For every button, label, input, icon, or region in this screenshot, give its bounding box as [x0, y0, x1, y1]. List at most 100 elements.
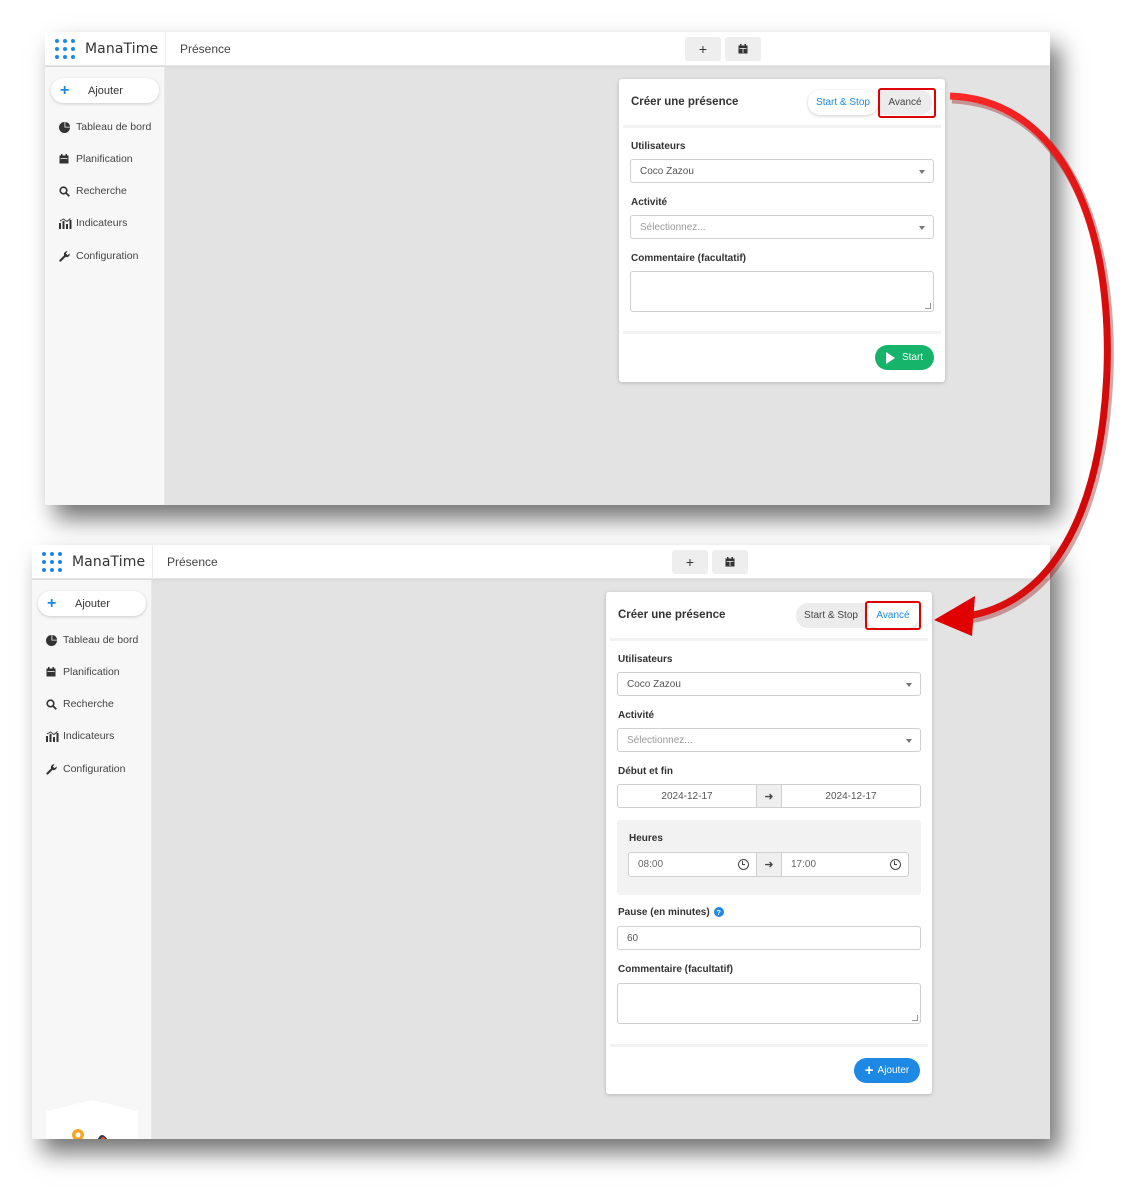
search-icon	[46, 698, 63, 710]
page-title: Présence	[167, 555, 218, 569]
resize-handle-icon[interactable]	[912, 1015, 918, 1021]
comment-textarea[interactable]	[630, 271, 934, 312]
wrench-icon	[46, 763, 63, 775]
app-name: ManaTime	[85, 41, 159, 57]
sidebar-item-label: Indicateurs	[76, 217, 128, 229]
activity-select-placeholder: Sélectionnez...	[627, 734, 693, 746]
sidebar-item-search[interactable]: Recherche	[59, 185, 127, 197]
plus-icon: +	[47, 594, 57, 612]
sidebar-add-button[interactable]: + Ajouter	[38, 591, 146, 616]
pause-label-text: Pause (en minutes)	[618, 907, 710, 918]
time-start-input[interactable]: 08:00	[629, 853, 756, 876]
activity-select[interactable]: Sélectionnez...	[617, 728, 921, 752]
clock-icon[interactable]	[738, 859, 749, 870]
time-end-value: 17:00	[791, 859, 817, 870]
plus-icon: +	[864, 1062, 874, 1079]
sidebar-item-planning[interactable]: Planification	[46, 666, 120, 678]
sidebar-item-dashboard[interactable]: Tableau de bord	[59, 121, 151, 133]
sidebar-item-configuration[interactable]: Configuration	[59, 250, 138, 262]
date-end-input[interactable]: 2024-12-17	[782, 785, 920, 807]
search-icon	[59, 185, 76, 197]
date-start-input[interactable]: 2024-12-17	[618, 785, 756, 807]
users-select-value: Coco Zazou	[627, 678, 681, 690]
quick-add-button[interactable]: +	[672, 550, 708, 574]
sidebar-item-label: Configuration	[76, 250, 139, 262]
calendar-icon	[59, 154, 76, 164]
start-button-label: Start	[901, 352, 924, 363]
calendar-button[interactable]	[725, 37, 761, 61]
sidebar-item-label: Recherche	[63, 698, 114, 710]
top-bar: ManaTime Présence +	[45, 32, 1050, 66]
play-icon	[885, 351, 895, 364]
calendar-icon	[46, 667, 63, 677]
calendar-button[interactable]	[712, 550, 748, 574]
chevron-down-icon	[919, 170, 925, 174]
sidebar-item-label: Configuration	[63, 763, 126, 775]
app-name: ManaTime	[72, 554, 146, 570]
sidebar: + Ajouter Tableau de bord Planification …	[45, 67, 165, 505]
sidebar-item-indicators[interactable]: Indicateurs	[59, 217, 127, 229]
divider	[610, 638, 928, 641]
tab-start-stop[interactable]: Start & Stop	[808, 90, 878, 115]
grid-menu-icon	[42, 552, 62, 572]
activity-label: Activité	[631, 197, 668, 208]
wrench-icon	[59, 250, 76, 262]
sidebar-item-label: Planification	[63, 666, 120, 678]
sidebar-item-label: Recherche	[76, 185, 127, 197]
activity-select-placeholder: Sélectionnez...	[640, 221, 706, 233]
sidebar-item-configuration[interactable]: Configuration	[46, 763, 125, 775]
users-select[interactable]: Coco Zazou	[630, 159, 934, 183]
plus-icon: +	[698, 41, 708, 57]
sidebar-item-dashboard[interactable]: Tableau de bord	[46, 634, 138, 646]
app-logo[interactable]: ManaTime	[42, 552, 145, 572]
users-label: Utilisateurs	[618, 654, 673, 665]
users-select-value: Coco Zazou	[640, 165, 694, 177]
add-presence-button[interactable]: + Ajouter	[854, 1058, 920, 1083]
divider	[623, 125, 941, 128]
comment-textarea[interactable]	[617, 983, 921, 1024]
divider	[623, 331, 941, 334]
calendar-icon	[725, 557, 735, 567]
screenshot-advanced-mode: ManaTime Présence + + Ajouter Tableau de…	[32, 545, 1050, 1139]
resize-handle-icon[interactable]	[925, 303, 931, 309]
sidebar-add-label: Ajouter	[88, 84, 123, 97]
help-icon[interactable]: ?	[713, 907, 724, 918]
sidebar-item-search[interactable]: Recherche	[46, 698, 114, 710]
chevron-down-icon	[906, 683, 912, 687]
top-bar: ManaTime Présence +	[32, 545, 1050, 579]
pause-label: Pause (en minutes)?	[618, 907, 724, 918]
sidebar-add-button[interactable]: + Ajouter	[51, 78, 159, 103]
pie-chart-icon	[59, 121, 76, 133]
pie-chart-icon	[46, 634, 63, 646]
date-range-input: 2024-12-17 ➜ 2024-12-17	[617, 784, 921, 808]
pause-input[interactable]: 60	[617, 926, 921, 950]
dates-label: Début et fin	[618, 766, 673, 777]
divider	[152, 545, 153, 579]
time-end-input[interactable]: 17:00	[782, 853, 908, 876]
chevron-down-icon	[906, 739, 912, 743]
users-label: Utilisateurs	[631, 141, 686, 152]
quick-add-button[interactable]: +	[685, 37, 721, 61]
sidebar-item-planning[interactable]: Planification	[59, 153, 133, 165]
start-button[interactable]: Start	[875, 345, 934, 370]
grid-menu-icon	[55, 39, 75, 59]
users-select[interactable]: Coco Zazou	[617, 672, 921, 696]
chat-widget-badge[interactable]	[46, 1100, 138, 1139]
card-title: Créer une présence	[631, 96, 739, 108]
sidebar: + Ajouter Tableau de bord Planification …	[32, 580, 152, 1139]
highlight-box-advanced-tab	[865, 601, 921, 630]
comment-label: Commentaire (facultatif)	[618, 964, 734, 975]
time-range-input: 08:00 ➜ 17:00	[628, 852, 909, 877]
arrow-right-icon: ➜	[756, 785, 782, 807]
sidebar-item-indicators[interactable]: Indicateurs	[46, 730, 114, 742]
chevron-down-icon	[919, 226, 925, 230]
activity-select[interactable]: Sélectionnez...	[630, 215, 934, 239]
tab-start-stop[interactable]: Start & Stop	[796, 603, 866, 628]
app-logo[interactable]: ManaTime	[55, 39, 158, 59]
highlight-box-advanced-tab	[878, 88, 936, 118]
divider	[610, 1044, 928, 1047]
clock-icon[interactable]	[890, 859, 901, 870]
sidebar-item-label: Planification	[76, 153, 133, 165]
calendar-icon	[738, 44, 748, 54]
page-title: Présence	[180, 42, 231, 56]
